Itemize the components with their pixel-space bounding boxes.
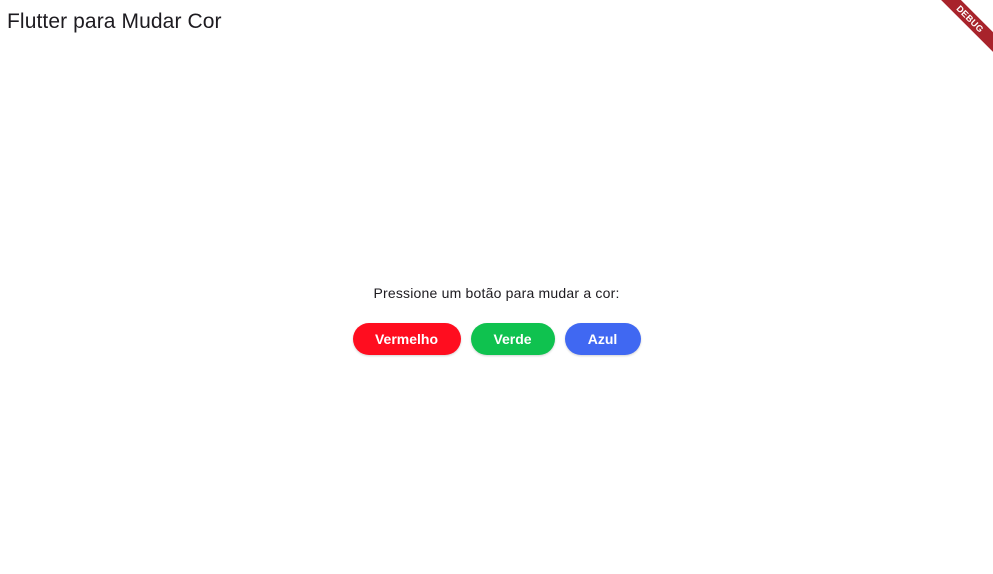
button-row: Vermelho Verde Azul — [352, 323, 641, 355]
red-button[interactable]: Vermelho — [352, 323, 461, 355]
blue-button[interactable]: Azul — [564, 323, 641, 355]
app-window: Flutter para Mudar Cor Pressione um botã… — [0, 0, 993, 574]
app-title: Flutter para Mudar Cor — [7, 10, 222, 33]
green-button[interactable]: Verde — [470, 323, 555, 355]
app-bar: Flutter para Mudar Cor — [0, 0, 993, 48]
color-picker-panel: Pressione um botão para mudar a cor: Ver… — [0, 282, 993, 355]
instruction-text: Pressione um botão para mudar a cor: — [373, 285, 620, 301]
